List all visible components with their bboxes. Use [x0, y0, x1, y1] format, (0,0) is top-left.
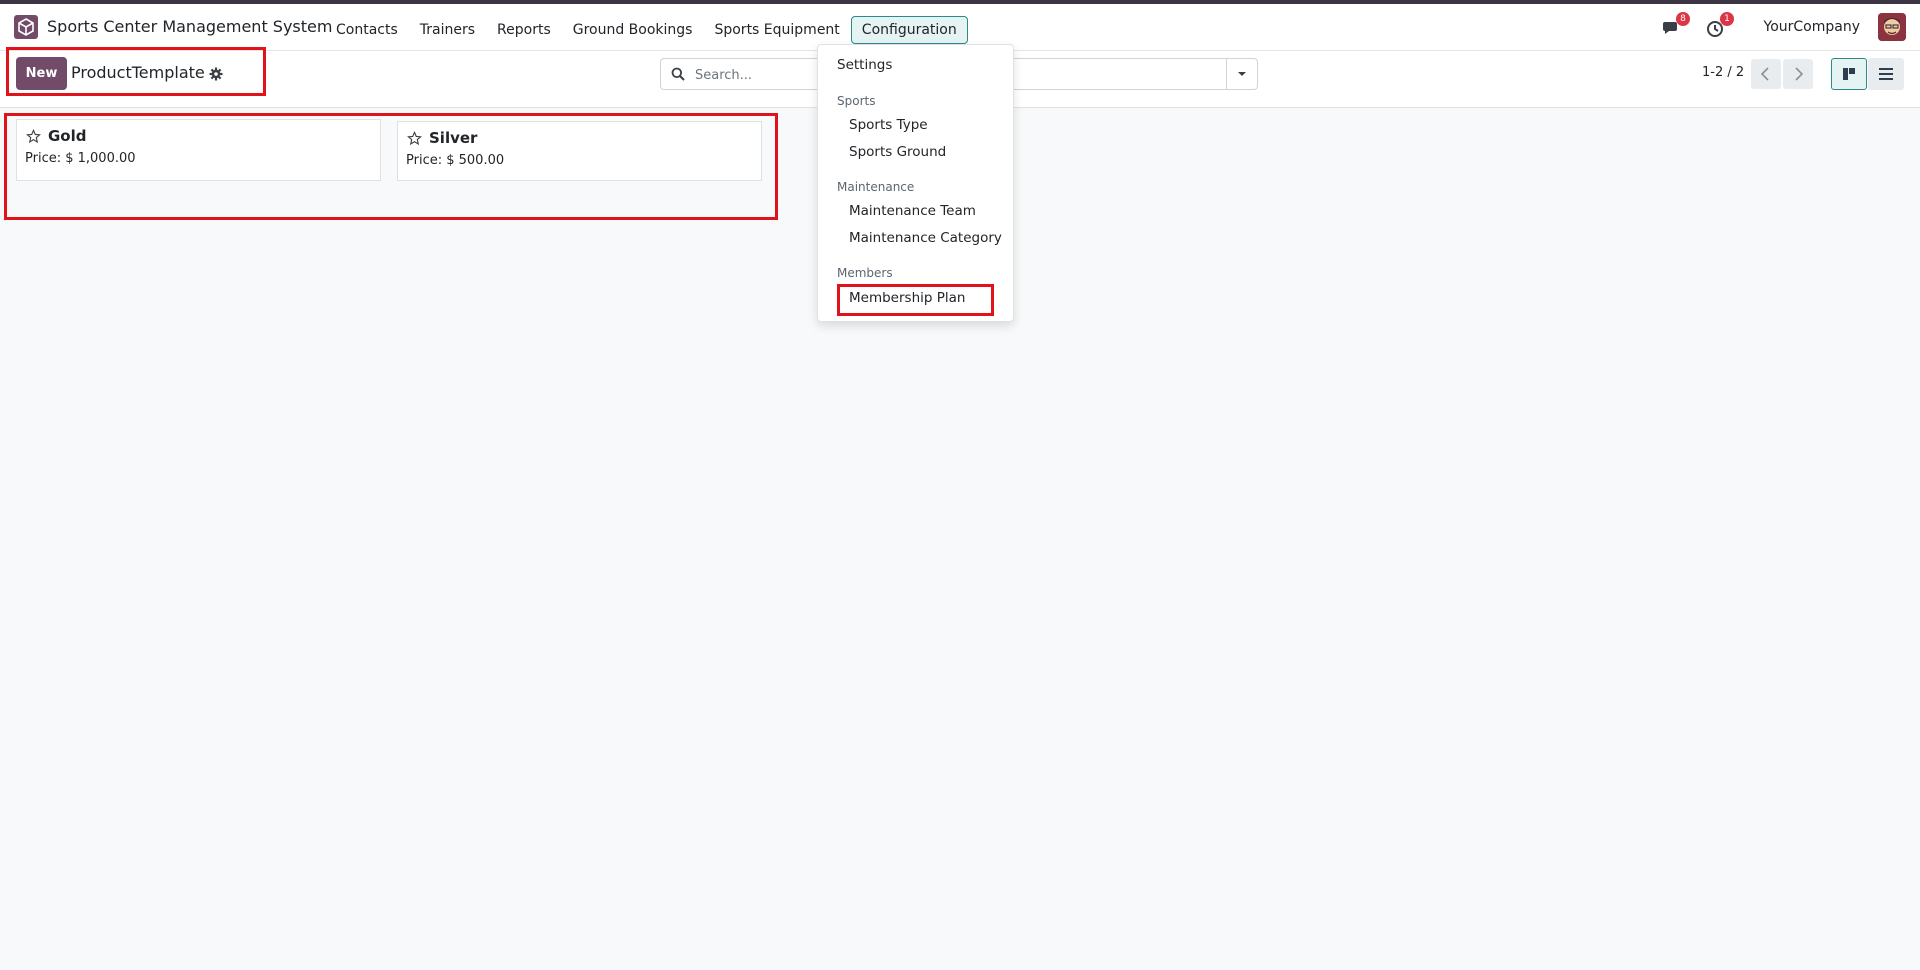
card-title: Silver: [429, 129, 478, 147]
dropdown-header-sports: Sports: [837, 94, 876, 108]
configuration-dropdown: Settings Sports Sports Type Sports Groun…: [817, 44, 1014, 322]
user-avatar[interactable]: [1878, 13, 1906, 41]
menu-reports[interactable]: Reports: [486, 16, 562, 44]
dropdown-header-maintenance: Maintenance: [837, 180, 915, 194]
messages-badge: 8: [1676, 12, 1690, 26]
top-menu: Contacts Trainers Reports Ground Booking…: [325, 8, 968, 44]
messages-button[interactable]: 8: [1662, 12, 1690, 38]
chevron-left-icon: [1760, 67, 1769, 81]
company-switcher[interactable]: YourCompany: [1764, 19, 1861, 35]
star-icon[interactable]: [407, 131, 422, 146]
dropdown-item-settings[interactable]: Settings: [837, 57, 892, 73]
menu-trainers[interactable]: Trainers: [409, 16, 486, 44]
highlight-membership-plan: [837, 284, 994, 316]
dropdown-item-maintenance-category[interactable]: Maintenance Category: [849, 230, 1002, 246]
systray: 8 1 YourCompany: [1620, 4, 1920, 50]
search-options-toggle[interactable]: [1226, 59, 1257, 89]
dropdown-item-sports-type[interactable]: Sports Type: [849, 117, 928, 133]
menu-contacts[interactable]: Contacts: [325, 16, 409, 44]
kanban-icon: [1843, 68, 1855, 80]
pager-value[interactable]: 1-2 / 2: [1702, 65, 1744, 80]
card-title: Gold: [48, 127, 87, 145]
highlight-new-breadcrumb: [6, 47, 266, 96]
activities-badge: 1: [1720, 12, 1734, 26]
dropdown-header-members: Members: [837, 266, 893, 280]
caret-down-icon: [1238, 72, 1246, 76]
dropdown-item-maintenance-team[interactable]: Maintenance Team: [849, 203, 976, 219]
menu-sports-equipment[interactable]: Sports Equipment: [703, 16, 850, 44]
star-icon[interactable]: [26, 129, 41, 144]
dropdown-item-sports-ground[interactable]: Sports Ground: [849, 144, 946, 160]
menu-configuration[interactable]: Configuration: [850, 16, 968, 44]
pager-previous-button[interactable]: [1751, 59, 1781, 89]
app-title[interactable]: Sports Center Management System: [47, 17, 332, 36]
list-icon: [1879, 68, 1893, 80]
chevron-right-icon: [1795, 67, 1804, 81]
kanban-card-silver[interactable]: Silver Price: $ 500.00: [397, 121, 762, 181]
card-price: Price: $ 1,000.00: [25, 151, 136, 166]
kanban-card-gold[interactable]: Gold Price: $ 1,000.00: [16, 119, 381, 181]
user-avatar-icon: [1878, 13, 1906, 41]
app-cube-icon[interactable]: [14, 15, 38, 39]
search-icon: [671, 67, 685, 81]
card-price: Price: $ 500.00: [406, 153, 505, 168]
kanban-view-button[interactable]: [1831, 58, 1867, 90]
menu-ground-bookings[interactable]: Ground Bookings: [562, 16, 704, 44]
activities-button[interactable]: 1: [1706, 12, 1734, 38]
pager-next-button[interactable]: [1783, 59, 1813, 89]
list-view-button[interactable]: [1868, 58, 1904, 90]
